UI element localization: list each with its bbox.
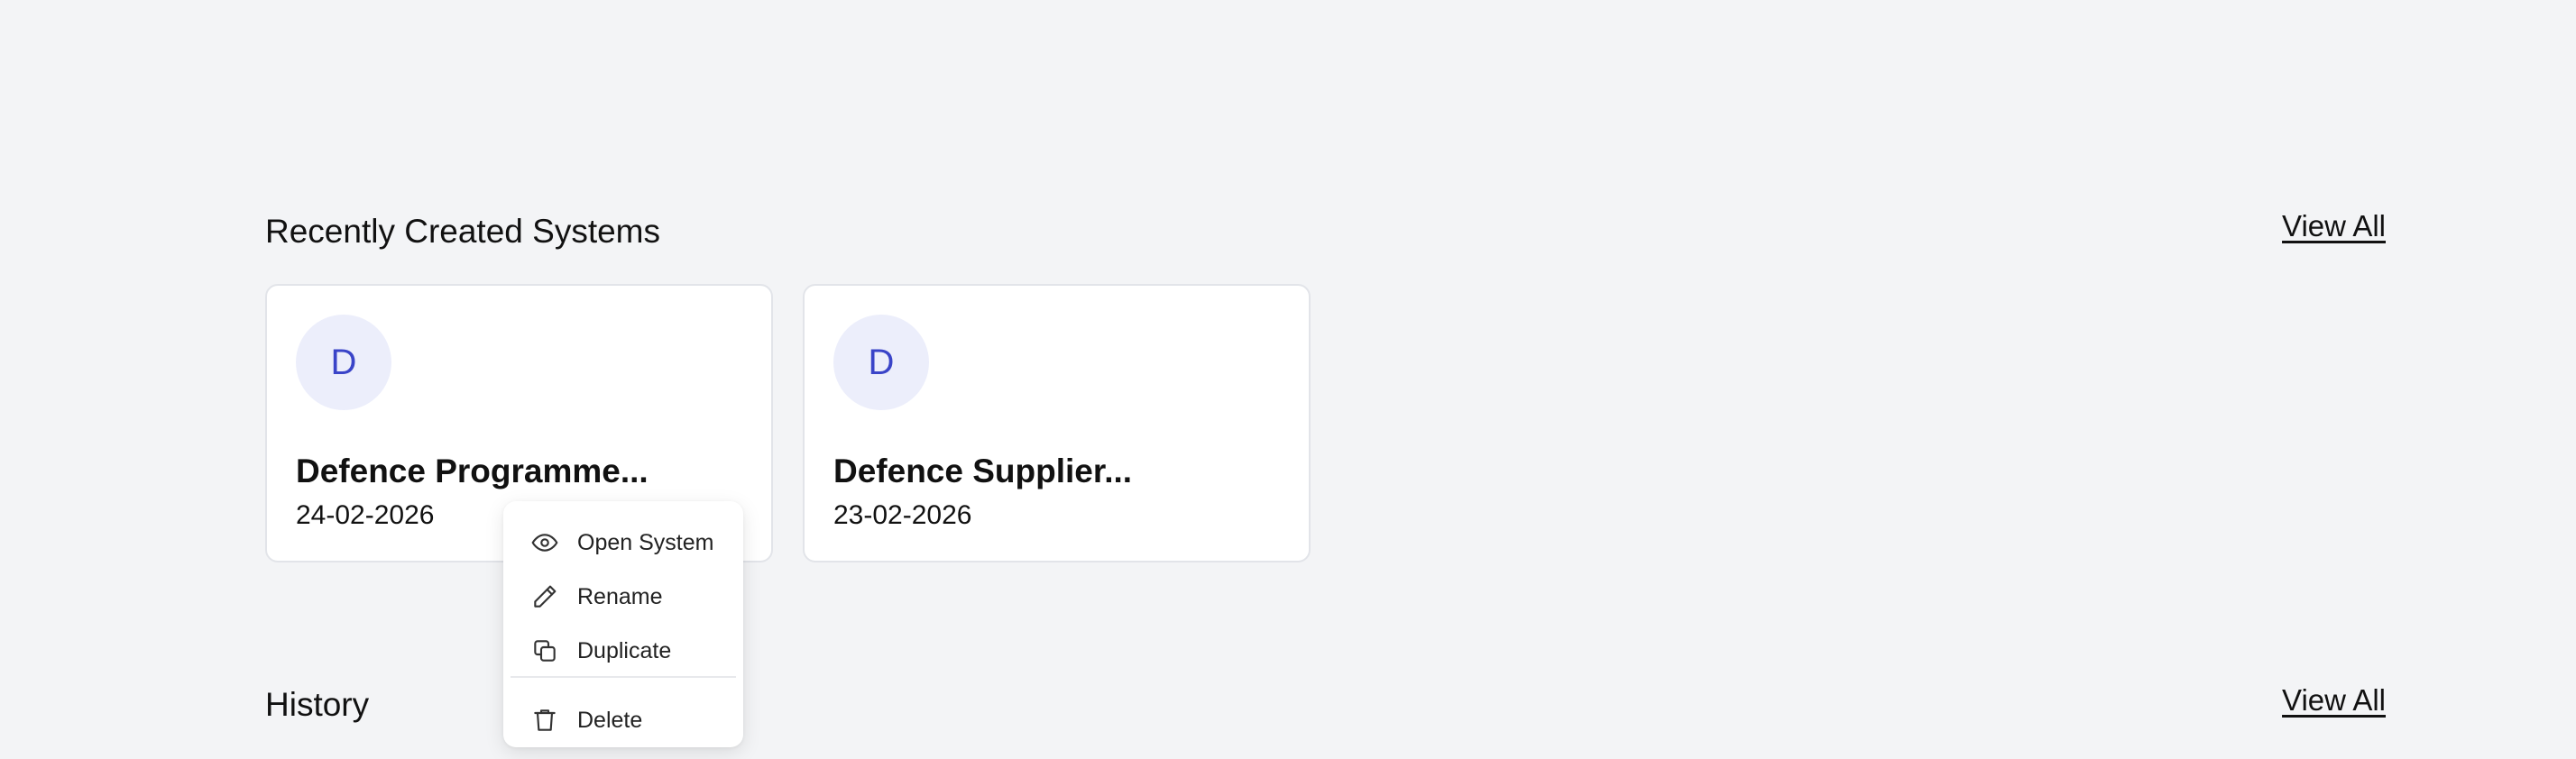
history-view-all-link[interactable]: View All [2282, 685, 2386, 715]
menu-item-delete[interactable]: Delete [503, 695, 743, 745]
menu-item-label: Delete [577, 707, 643, 733]
system-card-title: Defence Supplier... [833, 453, 1133, 489]
menu-item-label: Rename [577, 583, 663, 609]
recent-view-all-link[interactable]: View All [2282, 211, 2386, 241]
system-card[interactable]: D Defence Supplier... 23-02-2026 [803, 284, 1311, 562]
menu-item-duplicate[interactable]: Duplicate [503, 626, 743, 676]
menu-item-rename[interactable]: Rename [503, 572, 743, 622]
system-context-menu: Open System Rename Duplicate Delete [503, 501, 743, 747]
page: Recently Created Systems View All D Defe… [0, 0, 2576, 759]
menu-item-label: Duplicate [577, 637, 672, 663]
recent-systems-title: Recently Created Systems [265, 213, 661, 250]
copy-icon [530, 636, 559, 665]
menu-item-open-system[interactable]: Open System [503, 517, 743, 568]
system-card-title: Defence Programme... [296, 453, 649, 489]
trash-icon [530, 706, 559, 735]
eye-icon [530, 528, 559, 557]
system-avatar: D [833, 315, 929, 410]
system-avatar: D [296, 315, 391, 410]
menu-divider [511, 676, 736, 678]
pencil-icon [530, 582, 559, 611]
system-card-date: 24-02-2026 [296, 500, 435, 530]
history-title: History [265, 686, 370, 723]
system-card-date: 23-02-2026 [833, 500, 972, 530]
menu-item-label: Open System [577, 529, 714, 555]
